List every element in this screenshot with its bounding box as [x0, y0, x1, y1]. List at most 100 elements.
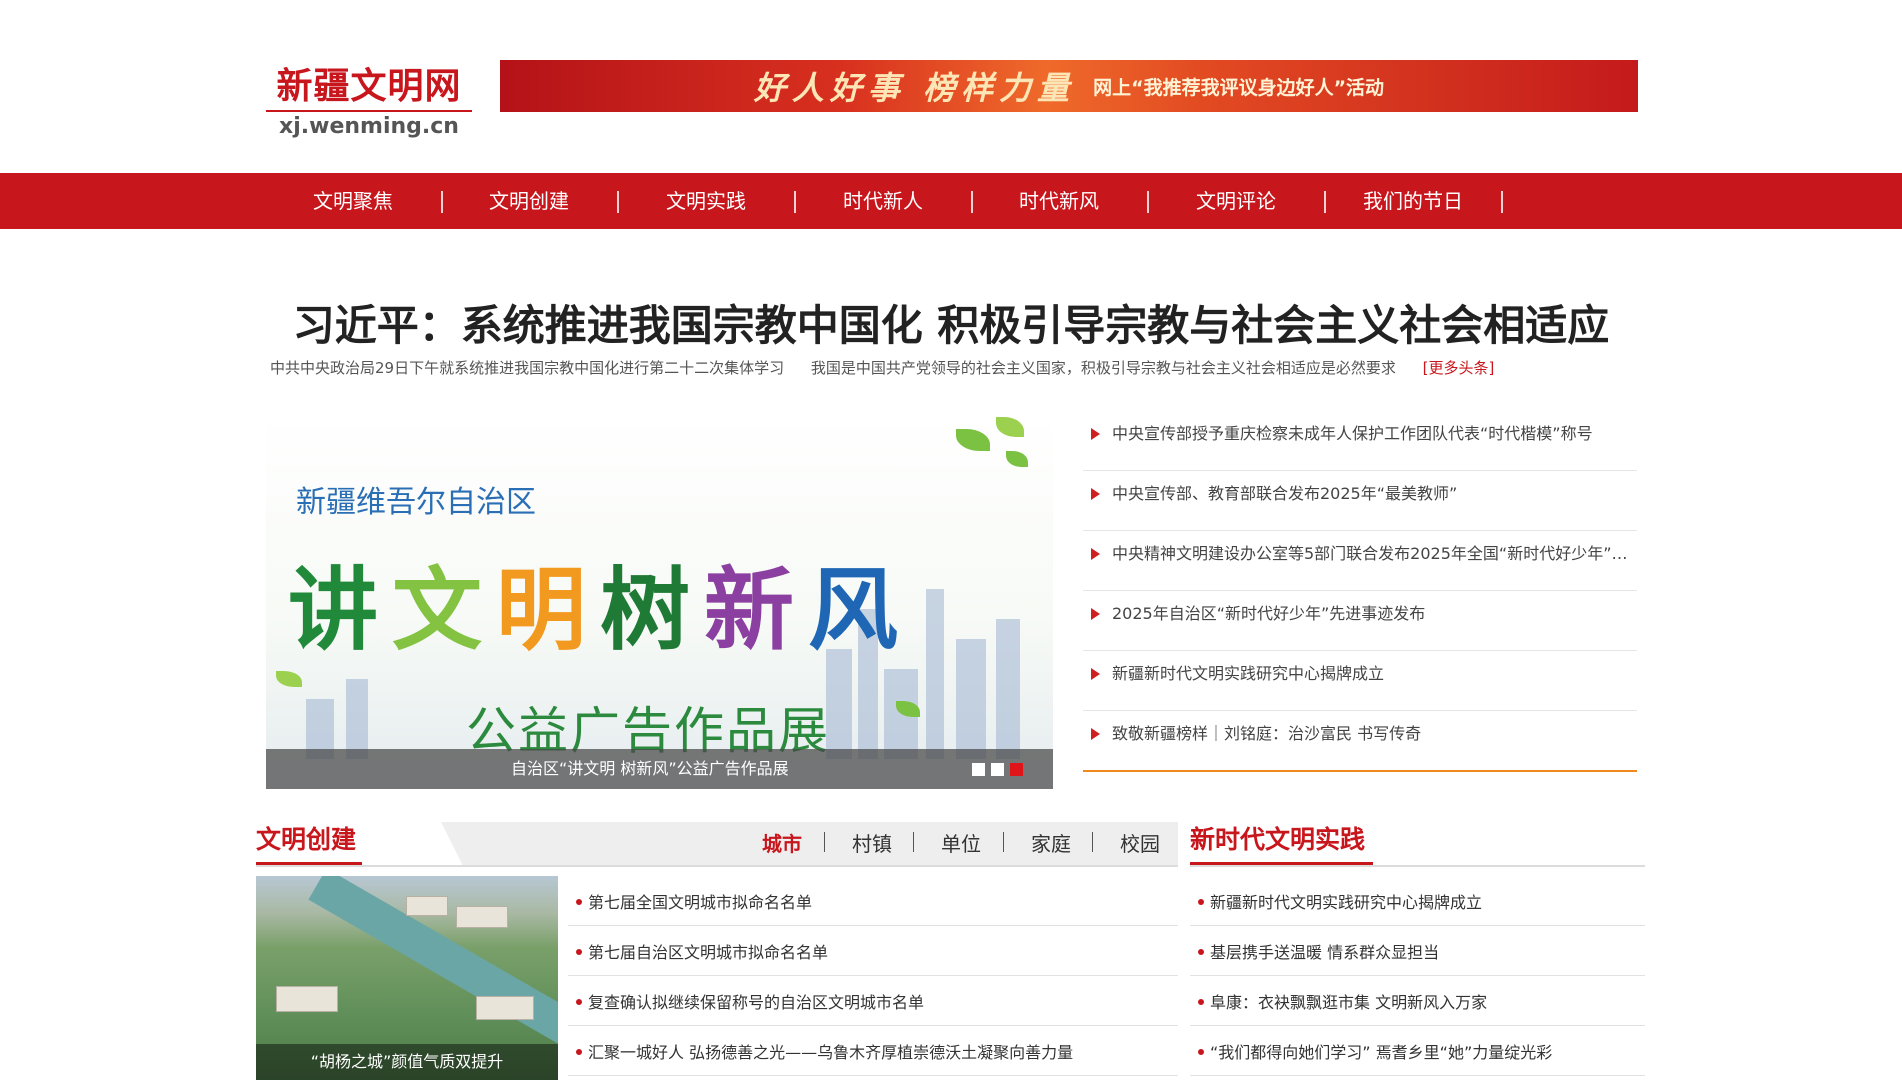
headline-sub-link-2[interactable]: 我国是中国共产党领导的社会主义国家，积极引导宗教与社会主义社会相适应是必然要求: [811, 359, 1396, 377]
banner-event-text: 网上“我推荐我评议身边好人”活动: [1093, 76, 1385, 99]
list-item[interactable]: 新疆新时代文明实践研究中心揭牌成立: [1190, 876, 1645, 926]
slide-title: 讲文明树新风: [288, 537, 912, 667]
tab-city[interactable]: 城市: [762, 828, 802, 857]
featured-slideshow[interactable]: 新疆维吾尔自治区 讲文明树新风 公益广告作品展 自治区“讲文明 树新风”公益广告…: [266, 411, 1053, 789]
list-item[interactable]: 基层携手送温暖 情系群众显担当: [1190, 926, 1645, 976]
slide-title-char: 新: [704, 558, 808, 663]
list-item-title: 第七届全国文明城市拟命名名单: [588, 893, 813, 912]
headline-summary: 中共中央政治局29日下午就系统推进我国宗教中国化进行第二十二次集体学习 我国是中…: [270, 357, 1640, 378]
list-item-title: 汇聚一城好人 弘扬德善之光——乌鲁木齐厚植崇德沃土凝聚向善力量: [588, 1043, 1074, 1062]
nav-item-new-people[interactable]: 时代新人: [843, 173, 923, 229]
list-item[interactable]: 第七届自治区文明城市拟命名名单: [568, 926, 1178, 976]
logo-chinese-text: 新疆文明网: [276, 66, 462, 107]
list-item-title: 新疆新时代文明实践研究中心揭牌成立: [1210, 893, 1483, 912]
news-item-title: 新疆新时代文明实践研究中心揭牌成立: [1112, 664, 1385, 683]
slide-dot-2[interactable]: [991, 763, 1004, 776]
building-decoration: [276, 986, 338, 1012]
tab-separator: [913, 832, 914, 852]
dot-bullet-icon: [1198, 948, 1204, 955]
leaf-decoration: [276, 671, 302, 687]
nav-item-new-customs[interactable]: 时代新风: [1019, 173, 1099, 229]
list-item-title: 基层携手送温暖 情系群众显担当: [1210, 943, 1440, 962]
news-item[interactable]: 新疆新时代文明实践研究中心揭牌成立: [1083, 651, 1637, 711]
nav-item-festivals[interactable]: 我们的节日: [1363, 173, 1463, 229]
banner-slogan: 好人好事 榜样力量: [753, 69, 1076, 107]
slide-bar-text[interactable]: 自治区“讲文明 树新风”公益广告作品展: [511, 749, 789, 789]
triangle-bullet-icon: [1091, 547, 1100, 560]
slide-title-char: 明: [496, 558, 600, 663]
slide-title-char: 风: [808, 558, 912, 663]
dot-bullet-icon: [576, 948, 582, 955]
practice-news-list: 新疆新时代文明实践研究中心揭牌成立 基层携手送温暖 情系群众显担当 阜康：衣袂飘…: [1190, 876, 1645, 1076]
leaf-decoration: [1006, 451, 1028, 467]
featured-city-photo[interactable]: “胡杨之城”颜值气质双提升: [256, 876, 558, 1080]
slide-title-char: 文: [392, 558, 496, 663]
skyline-decoration: [956, 639, 986, 759]
section-divider: [256, 865, 1178, 867]
slide-dot-1[interactable]: [972, 763, 985, 776]
section-title-underline: [1190, 862, 1373, 865]
skyline-decoration: [346, 679, 368, 759]
section-title-create[interactable]: 文明创建: [256, 822, 356, 858]
news-item-title: 中央宣传部、教育部联合发布2025年“最美教师”: [1112, 484, 1458, 503]
leaf-decoration: [956, 429, 990, 451]
leaf-decoration: [996, 417, 1024, 437]
triangle-bullet-icon: [1091, 487, 1100, 500]
news-item[interactable]: 中央宣传部授予重庆检察未成年人保护工作团队代表“时代楷模”称号: [1083, 411, 1637, 471]
civilization-create-header: 文明创建 城市 村镇 单位 家庭 校园: [256, 822, 1178, 866]
triangle-bullet-icon: [1091, 607, 1100, 620]
news-item-title: 2025年自治区“新时代好少年”先进事迹发布: [1112, 604, 1426, 623]
tab-separator: [1092, 832, 1093, 852]
slide-title-char: 树: [600, 558, 704, 663]
list-item[interactable]: “我们都得向她们学习” 焉耆乡里“她”力量绽光彩: [1190, 1026, 1645, 1076]
building-decoration: [456, 906, 508, 928]
top-news-list: 中央宣传部授予重庆检察未成年人保护工作团队代表“时代楷模”称号 中央宣传部、教育…: [1083, 411, 1637, 772]
tab-separator: [1003, 832, 1004, 852]
list-item-title: “我们都得向她们学习” 焉耆乡里“她”力量绽光彩: [1210, 1043, 1553, 1062]
nav-separator: [1324, 191, 1326, 213]
nav-separator: [441, 191, 443, 213]
logo-domain-text: xj.wenming.cn: [279, 114, 459, 139]
news-item[interactable]: 2025年自治区“新时代好少年”先进事迹发布: [1083, 591, 1637, 651]
news-item-title: 中央精神文明建设办公室等5部门联合发布2025年全国“新时代好少年”先进事迹: [1112, 544, 1637, 563]
section-title-practice[interactable]: 新时代文明实践: [1190, 822, 1365, 858]
dot-bullet-icon: [1198, 998, 1204, 1005]
nav-separator: [1147, 191, 1149, 213]
news-item-title: 中央宣传部授予重庆检察未成年人保护工作团队代表“时代楷模”称号: [1112, 424, 1593, 443]
slide-dot-3[interactable]: [1010, 763, 1023, 776]
building-decoration: [406, 896, 448, 916]
nav-item-create[interactable]: 文明创建: [489, 173, 569, 229]
triangle-bullet-icon: [1091, 427, 1100, 440]
nav-separator: [971, 191, 973, 213]
site-logo[interactable]: 新疆文明网 xj.wenming.cn: [266, 66, 472, 139]
news-item[interactable]: 中央精神文明建设办公室等5部门联合发布2025年全国“新时代好少年”先进事迹: [1083, 531, 1637, 591]
nav-item-practice[interactable]: 文明实践: [666, 173, 746, 229]
tab-unit[interactable]: 单位: [941, 828, 981, 857]
list-item[interactable]: 第七届全国文明城市拟命名名单: [568, 876, 1178, 926]
dot-bullet-icon: [1198, 1048, 1204, 1055]
section-divider: [1190, 865, 1645, 867]
nav-separator: [617, 191, 619, 213]
nav-separator: [1501, 191, 1503, 213]
nav-item-commentary[interactable]: 文明评论: [1196, 173, 1276, 229]
skyline-decoration: [926, 589, 944, 759]
list-item[interactable]: 复查确认拟继续保留称号的自治区文明城市名单: [568, 976, 1178, 1026]
skyline-decoration: [996, 619, 1020, 759]
triangle-bullet-icon: [1091, 727, 1100, 740]
list-item[interactable]: 阜康：衣袂飘飘逛市集 文明新风入万家: [1190, 976, 1645, 1026]
dot-bullet-icon: [576, 1048, 582, 1055]
headline-sub-link-1[interactable]: 中共中央政治局29日下午就系统推进我国宗教中国化进行第二十二次集体学习: [270, 359, 784, 377]
tab-town[interactable]: 村镇: [852, 828, 892, 857]
news-item[interactable]: 中央宣传部、教育部联合发布2025年“最美教师”: [1083, 471, 1637, 531]
tab-separator: [824, 832, 825, 852]
tab-campus[interactable]: 校园: [1120, 828, 1160, 857]
list-item[interactable]: 汇聚一城好人 弘扬德善之光——乌鲁木齐厚植崇德沃土凝聚向善力量: [568, 1026, 1178, 1076]
news-item[interactable]: 致敬新疆榜样｜刘铭庭：治沙富民 书写传奇: [1083, 711, 1637, 772]
list-item-title: 阜康：衣袂飘飘逛市集 文明新风入万家: [1210, 993, 1488, 1012]
headline-title[interactable]: 习近平：系统推进我国宗教中国化 积极引导宗教与社会主义社会相适应: [0, 292, 1902, 353]
top-banner[interactable]: 好人好事 榜样力量 网上“我推荐我评议身边好人”活动: [500, 60, 1638, 112]
tab-family[interactable]: 家庭: [1031, 828, 1071, 857]
more-headlines-link[interactable]: [更多头条]: [1423, 359, 1495, 377]
logo-divider: [266, 110, 472, 112]
nav-item-focus[interactable]: 文明聚焦: [313, 173, 393, 229]
